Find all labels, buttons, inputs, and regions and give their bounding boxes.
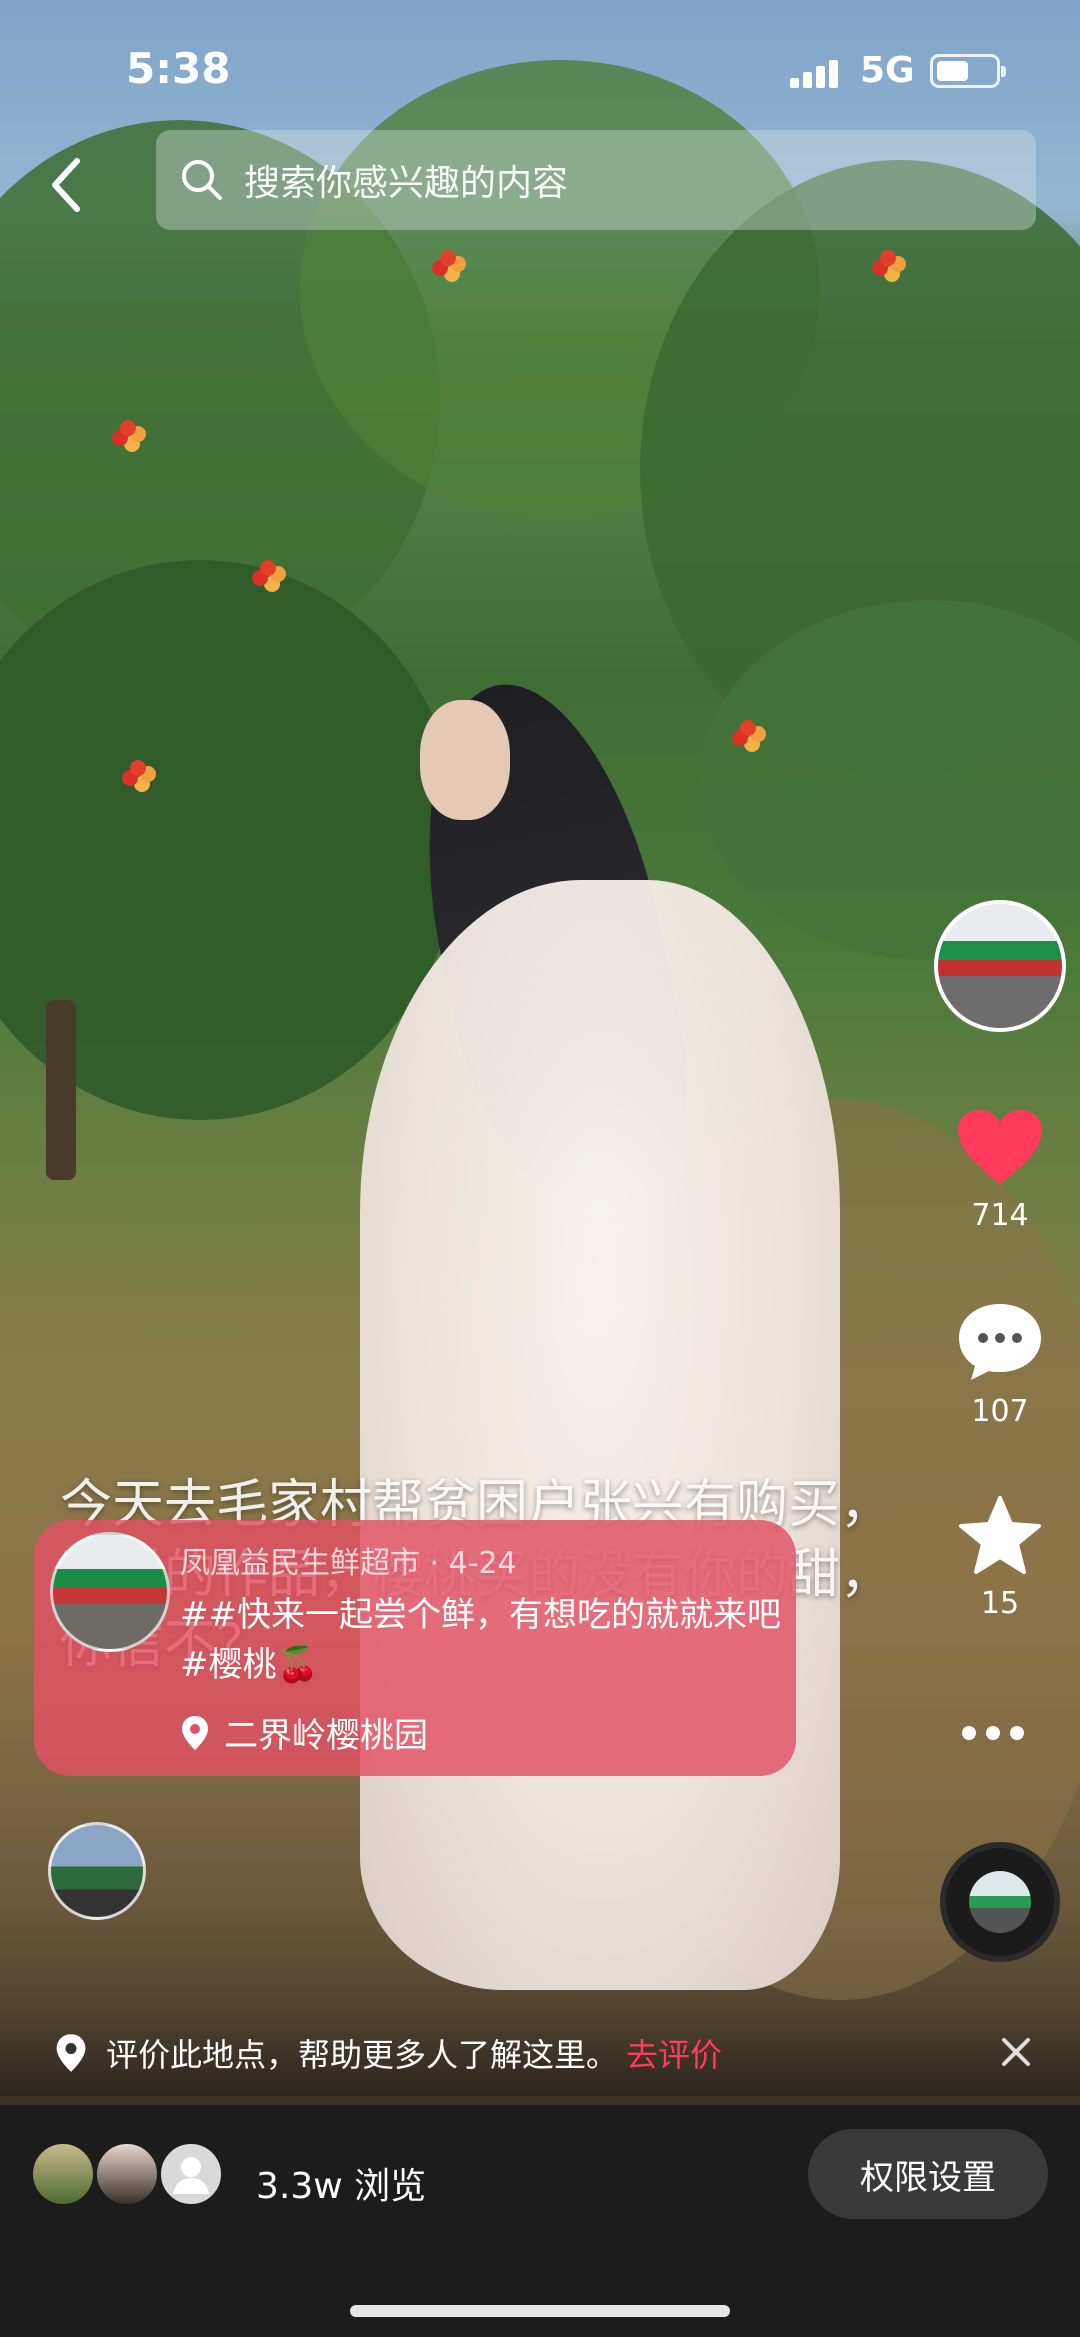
view-count: 3.3w 浏览	[256, 2166, 427, 2207]
favorite-count: 15	[980, 1586, 1020, 1621]
tree-trunk	[46, 1000, 76, 1180]
search-input[interactable]: 搜索你感兴趣的内容	[156, 130, 1036, 230]
comment-button[interactable]: 107	[940, 1300, 1060, 1429]
post-description: ##快来一起尝个鲜，有想吃的就就来吧 #樱桃🍒	[180, 1595, 781, 1685]
back-button[interactable]	[36, 140, 96, 230]
cherry-cluster	[120, 420, 136, 436]
battery-level	[937, 61, 968, 81]
like-count: 714	[971, 1198, 1029, 1233]
shop-thumbnail[interactable]	[50, 1532, 170, 1652]
bottom-bar: 3.3w 浏览 权限设置	[0, 2105, 1080, 2337]
person-white-dress	[360, 880, 840, 1990]
chevron-left-icon	[52, 158, 80, 212]
comment-icon	[959, 1304, 1041, 1380]
cherry-cluster	[440, 250, 456, 266]
location-review-prompt: 评价此地点，帮助更多人了解这里。 去评价	[0, 2010, 1080, 2096]
favorite-button[interactable]: 15	[940, 1494, 1060, 1621]
user-icon	[173, 2157, 209, 2194]
location-pin-icon	[56, 2034, 86, 2072]
heart-icon	[958, 1110, 1042, 1184]
cherry-cluster	[740, 720, 756, 736]
post-info-card[interactable]: 凤凰益民生鲜超市 · 4-24 ##快来一起尝个鲜，有想吃的就就来吧 #樱桃🍒 …	[34, 1520, 796, 1776]
review-prompt-text: 评价此地点，帮助更多人了解这里。	[106, 2036, 619, 2074]
search-placeholder: 搜索你感兴趣的内容	[244, 163, 569, 204]
cherry-cluster	[260, 560, 276, 576]
viewer-avatars[interactable]	[30, 2141, 230, 2211]
go-review-link[interactable]: 去评价	[626, 2030, 722, 2076]
status-time: 5:38	[126, 44, 231, 93]
search-icon	[182, 160, 222, 200]
status-bar: 5:38 5G	[0, 0, 1080, 140]
star-icon	[959, 1496, 1041, 1574]
location-name: 二界岭樱桃园	[224, 1716, 428, 1756]
location-tag[interactable]: 二界岭樱桃园	[180, 1708, 428, 1757]
post-author-date[interactable]: 凤凰益民生鲜超市 · 4-24	[180, 1538, 517, 1582]
author-avatar[interactable]	[48, 1822, 146, 1920]
viewer-avatar-default	[158, 2141, 224, 2207]
like-button[interactable]: 714	[940, 1106, 1060, 1233]
permission-settings-button[interactable]: 权限设置	[808, 2129, 1048, 2219]
viewer-avatar	[30, 2141, 96, 2207]
cherry-cluster	[880, 250, 896, 266]
location-pin-icon	[182, 1715, 208, 1750]
video-frame[interactable]	[0, 0, 1080, 2105]
person-face	[420, 700, 510, 820]
comment-count: 107	[971, 1394, 1029, 1429]
music-disc[interactable]	[940, 1842, 1060, 1962]
network-type: 5G	[860, 50, 915, 91]
viewer-avatar	[94, 2141, 160, 2207]
cherry-cluster	[130, 760, 146, 776]
signal-icon	[790, 58, 838, 88]
close-icon[interactable]	[996, 2032, 1036, 2072]
home-indicator[interactable]	[350, 2305, 730, 2317]
music-cover	[969, 1871, 1031, 1933]
more-options-icon[interactable]	[962, 1726, 1024, 1740]
shop-avatar[interactable]	[934, 900, 1066, 1032]
battery-icon	[930, 54, 1006, 88]
